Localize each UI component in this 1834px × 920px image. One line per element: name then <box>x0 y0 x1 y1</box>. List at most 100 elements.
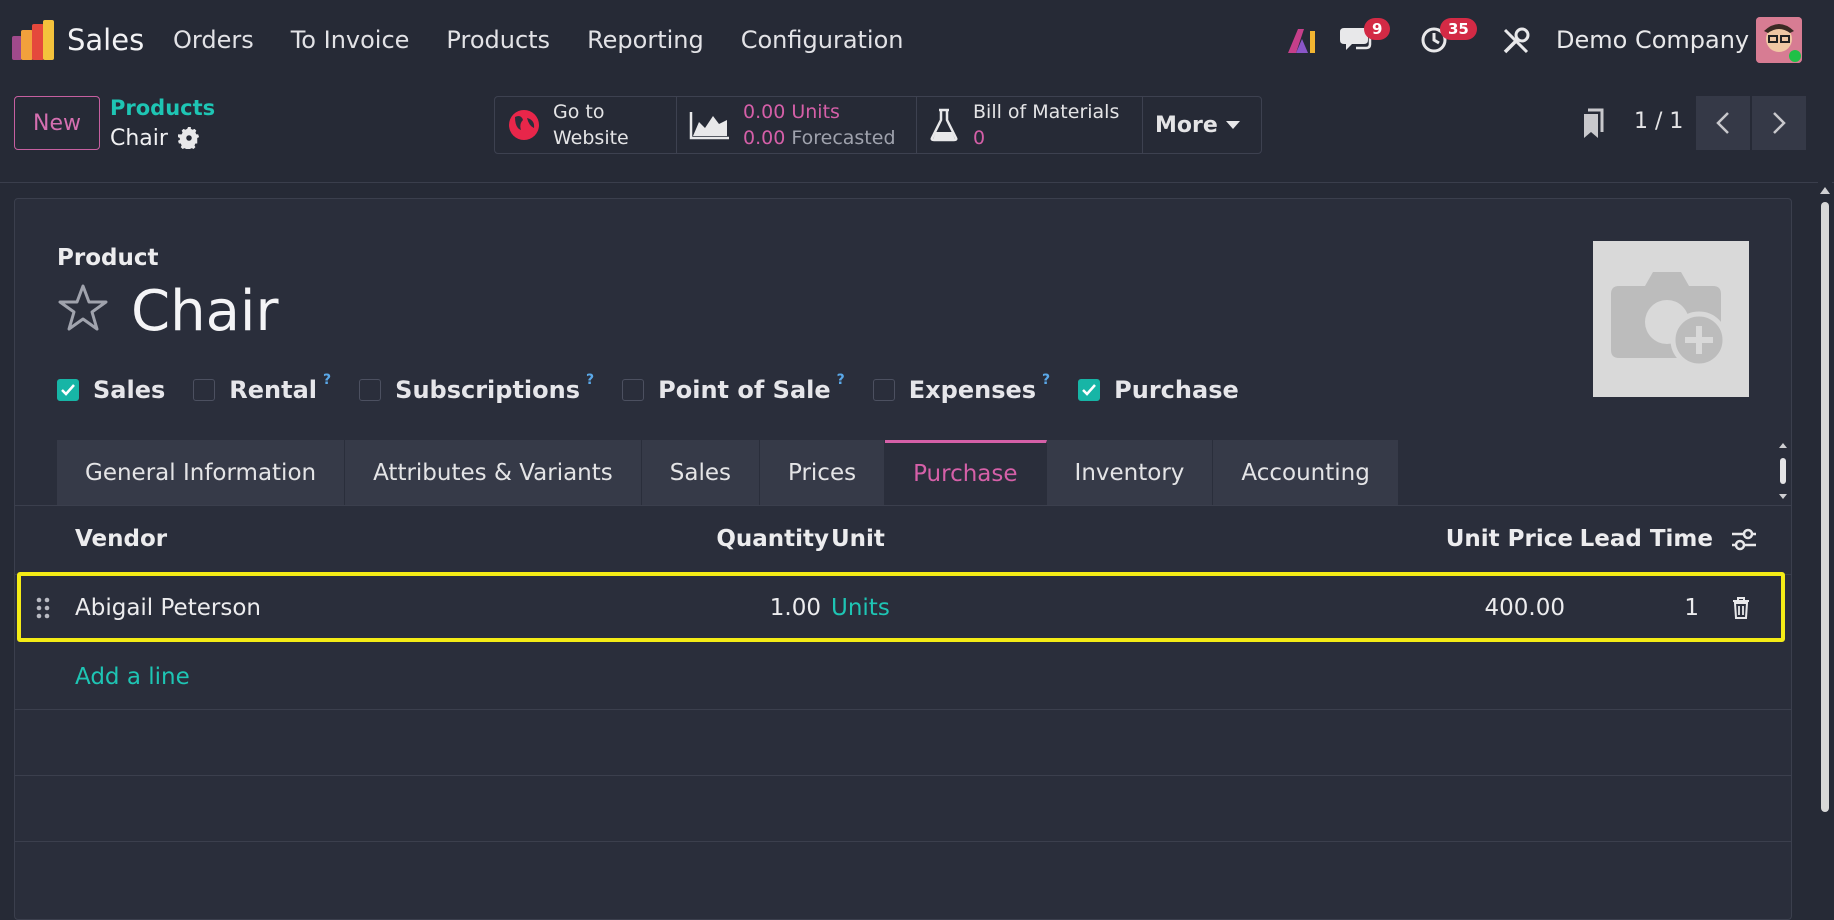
product-name[interactable]: Chair <box>131 279 279 344</box>
drag-handle-icon[interactable] <box>35 596 51 620</box>
col-lead-time[interactable]: Lead Time <box>1580 526 1713 552</box>
company-switcher[interactable]: Demo Company <box>1556 26 1749 54</box>
checkbox-expenses-label: Expenses <box>908 376 1037 404</box>
tab-inventory[interactable]: Inventory <box>1046 440 1214 505</box>
bill-of-materials-button[interactable]: Bill of Materials 0 <box>917 97 1143 153</box>
checkbox-purchase-label: Purchase <box>1114 376 1239 404</box>
user-avatar-image <box>1756 17 1802 63</box>
expenses-help-tooltip[interactable]: ? <box>1042 372 1050 388</box>
pos-help-tooltip[interactable]: ? <box>837 372 845 388</box>
menu-reporting[interactable]: Reporting <box>587 26 704 54</box>
units-label: Units <box>791 101 840 123</box>
area-chart-icon <box>689 112 729 140</box>
app-name[interactable]: Sales <box>67 23 144 57</box>
caret-down-icon <box>1225 121 1240 129</box>
forecast-value: 0.00 <box>743 127 786 149</box>
messages-badge: 9 <box>1364 18 1391 40</box>
smart-buttons: Go to Website 0.00 Units 0.00 Forecasted… <box>494 96 1262 154</box>
gear-icon[interactable] <box>178 127 200 149</box>
units-forecast-button[interactable]: 0.00 Units 0.00 Forecasted <box>677 97 917 153</box>
checkbox-purchase-box[interactable] <box>1078 379 1101 401</box>
top-navbar: Sales Orders To Invoice Products Reporti… <box>0 0 1834 82</box>
tab-general-information[interactable]: General Information <box>57 440 346 505</box>
scroll-up-icon[interactable] <box>1820 186 1830 194</box>
pager-previous[interactable] <box>1696 96 1750 150</box>
checkbox-sales[interactable]: Sales <box>57 376 165 404</box>
vendor-table-header: Vendor Quantity Unit Unit Price Lead Tim… <box>15 505 1791 575</box>
product-form-sheet: Product Chair Sales Rental ? Subscriptio… <box>14 198 1792 920</box>
menu-orders[interactable]: Orders <box>173 26 254 54</box>
bom-count: 0 <box>973 127 986 149</box>
tab-purchase[interactable]: Purchase <box>885 440 1047 505</box>
breadcrumb-current: Chair <box>110 126 168 151</box>
table-divider <box>15 775 1791 776</box>
messages-button[interactable]: 9 <box>1340 18 1391 58</box>
forecast-label: Forecasted <box>791 127 896 149</box>
col-vendor[interactable]: Vendor <box>75 526 167 552</box>
add-a-line-link[interactable]: Add a line <box>75 664 190 690</box>
checkbox-rental[interactable]: Rental ? <box>193 372 331 404</box>
more-dropdown[interactable]: More <box>1143 97 1261 153</box>
product-label: Product <box>57 245 159 271</box>
user-avatar[interactable] <box>1756 17 1802 63</box>
menu-to-invoice[interactable]: To Invoice <box>291 26 410 54</box>
flask-icon <box>930 108 958 142</box>
menu-configuration[interactable]: Configuration <box>741 26 904 54</box>
checkbox-expenses[interactable]: Expenses ? <box>872 372 1050 404</box>
checkbox-subscriptions-label: Subscriptions <box>395 376 581 404</box>
website-line1: Go to <box>553 101 605 123</box>
tab-accounting[interactable]: Accounting <box>1213 440 1399 505</box>
tabs-scrollbar[interactable] <box>1778 442 1788 500</box>
sales-app-icon[interactable] <box>12 20 54 60</box>
bookmark-icon[interactable] <box>1578 108 1604 140</box>
subscriptions-help-tooltip[interactable]: ? <box>586 372 594 388</box>
units-value: 0.00 <box>743 101 786 123</box>
chevron-left-icon <box>1716 112 1729 134</box>
checkbox-expenses-box[interactable] <box>872 379 895 401</box>
go-to-website-button[interactable]: Go to Website <box>495 97 677 153</box>
trash-icon[interactable] <box>1731 596 1751 620</box>
breadcrumb-products[interactable]: Products <box>110 96 215 120</box>
checkbox-sales-box[interactable] <box>57 379 79 401</box>
check-icon <box>61 384 75 396</box>
row-quantity[interactable]: 1.00 <box>770 595 821 621</box>
activities-button[interactable]: 35 <box>1420 18 1477 58</box>
ai-icon[interactable] <box>1286 27 1318 55</box>
product-type-checkboxes: Sales Rental ? Subscriptions ? Point of … <box>57 372 1239 404</box>
row-vendor[interactable]: Abigail Peterson <box>75 595 261 621</box>
table-divider <box>15 841 1791 842</box>
checkbox-pos-label: Point of Sale <box>658 376 831 404</box>
main-menu: Orders To Invoice Products Reporting Con… <box>173 26 904 54</box>
pager-value[interactable]: 1 / 1 <box>1634 109 1683 134</box>
row-unit-price[interactable]: 400.00 <box>1485 595 1565 621</box>
checkbox-subscriptions[interactable]: Subscriptions ? <box>359 372 594 404</box>
row-unit[interactable]: Units <box>831 595 890 621</box>
page-scrollbar-thumb[interactable] <box>1821 202 1829 812</box>
tab-attributes-variants[interactable]: Attributes & Variants <box>345 440 642 505</box>
new-button[interactable]: New <box>14 96 100 150</box>
col-unit[interactable]: Unit <box>831 526 885 552</box>
more-label: More <box>1155 112 1218 138</box>
tab-prices[interactable]: Prices <box>759 440 886 505</box>
table-row[interactable]: Abigail Peterson 1.00 Units 400.00 1 <box>17 572 1785 642</box>
checkbox-pos-box[interactable] <box>622 379 645 401</box>
activities-badge: 35 <box>1440 18 1477 40</box>
pager-next[interactable] <box>1752 96 1806 150</box>
menu-products[interactable]: Products <box>446 26 550 54</box>
checkbox-point-of-sale[interactable]: Point of Sale ? <box>622 372 845 404</box>
globe-icon <box>509 110 539 140</box>
page-scrollbar[interactable] <box>1818 182 1832 893</box>
check-icon <box>1082 384 1097 396</box>
checkbox-rental-box[interactable] <box>193 379 216 401</box>
checkbox-subscriptions-box[interactable] <box>359 379 382 401</box>
rental-help-tooltip[interactable]: ? <box>323 372 331 388</box>
favorite-star-icon[interactable] <box>57 283 109 333</box>
row-lead-time[interactable]: 1 <box>1684 595 1699 621</box>
tab-sales[interactable]: Sales <box>641 440 760 505</box>
col-quantity[interactable]: Quantity <box>716 526 829 552</box>
optional-columns-icon[interactable] <box>1731 528 1757 552</box>
product-image-upload[interactable] <box>1593 241 1749 397</box>
col-unit-price[interactable]: Unit Price <box>1446 526 1573 552</box>
checkbox-purchase[interactable]: Purchase <box>1078 376 1239 404</box>
tools-icon[interactable] <box>1502 27 1530 55</box>
